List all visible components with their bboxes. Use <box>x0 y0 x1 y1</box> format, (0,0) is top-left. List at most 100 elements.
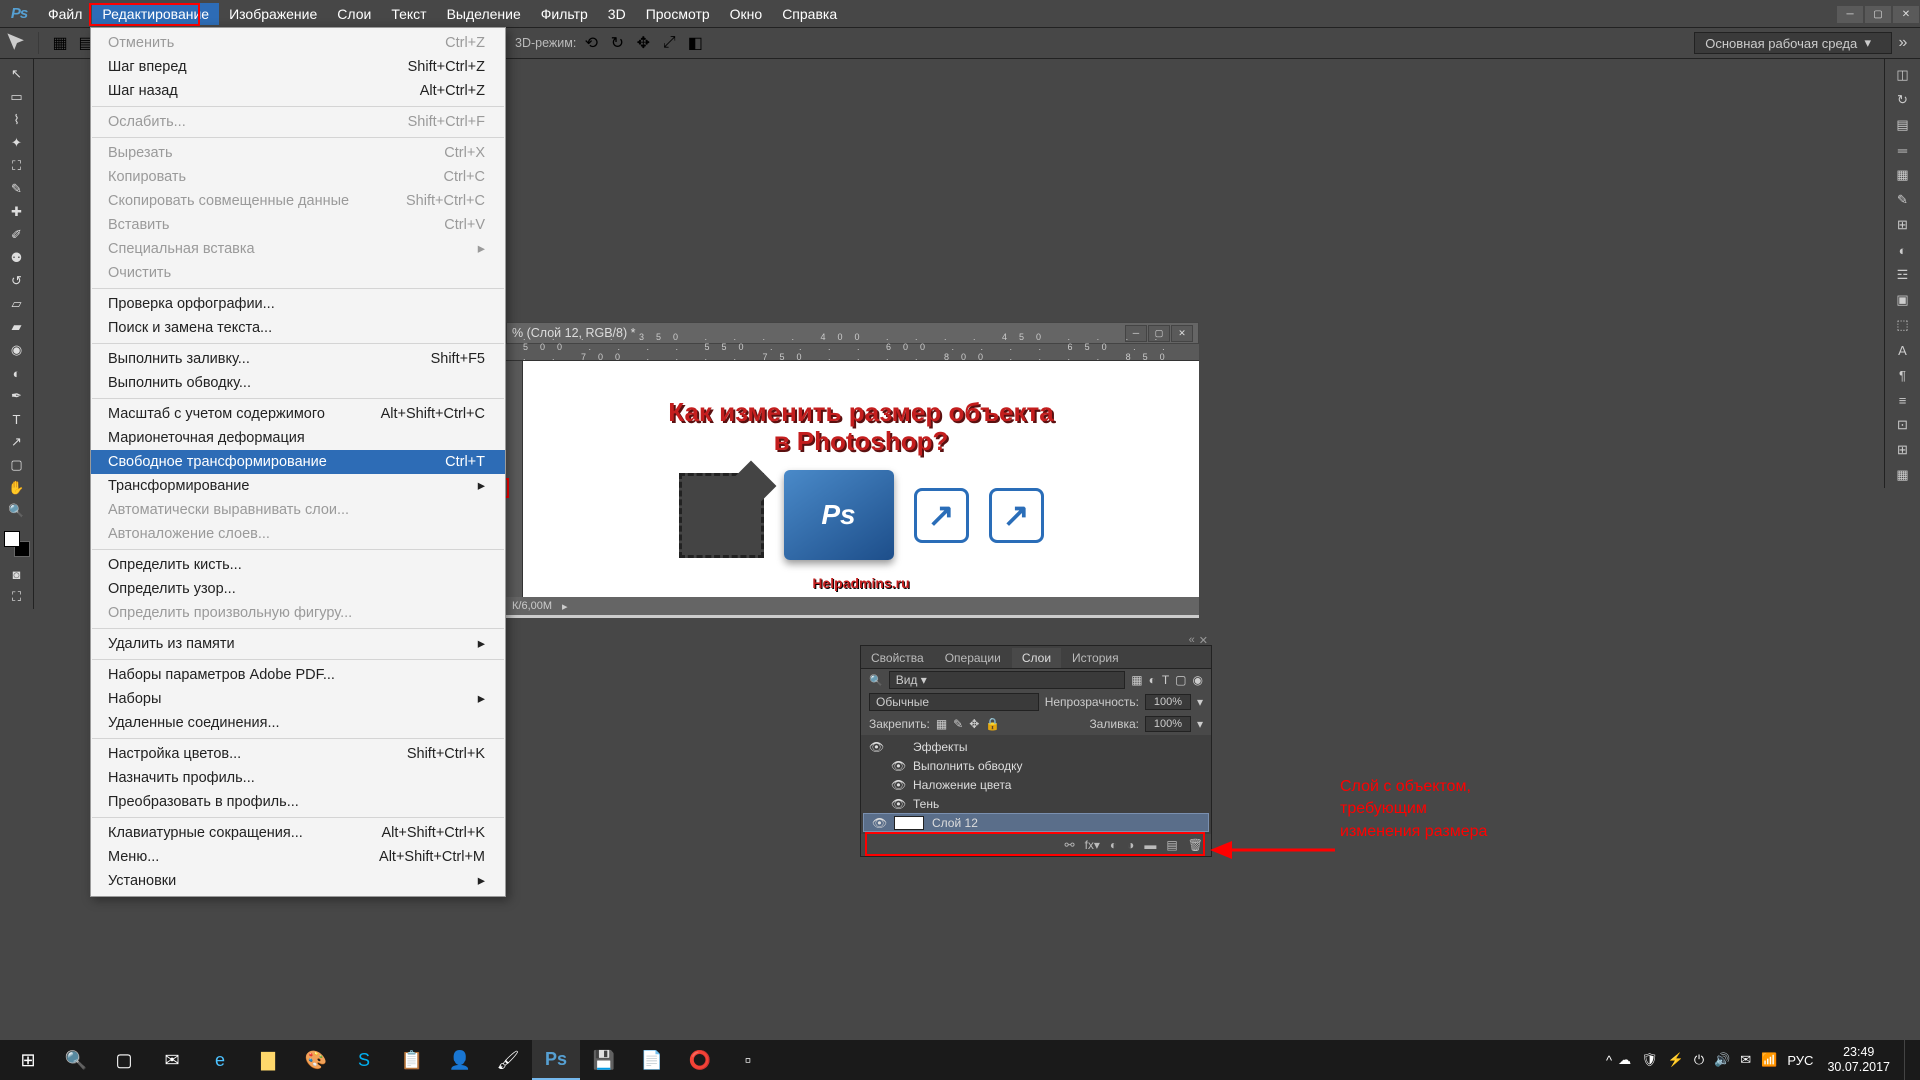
visibility-icon[interactable]: 👁 <box>891 759 905 773</box>
eraser-tool[interactable]: ▱ <box>4 293 30 315</box>
panel-icon[interactable]: ▣ <box>1889 288 1917 312</box>
menu-item[interactable]: Преобразовать в профиль... <box>91 790 505 814</box>
blend-mode-select[interactable]: Обычные <box>869 693 1039 711</box>
link-icon[interactable]: ⚯ <box>1065 838 1075 852</box>
panel-tab[interactable]: История <box>1062 648 1129 668</box>
clock[interactable]: 23:49 30.07.2017 <box>1819 1045 1898 1075</box>
text-tool[interactable]: T <box>4 408 30 430</box>
panel-icon[interactable]: ⊞ <box>1889 438 1917 462</box>
new-layer-icon[interactable]: ▤ <box>1166 838 1177 852</box>
panel-icon[interactable]: ≡ <box>1889 388 1917 412</box>
photoshop-app[interactable]: Ps <box>532 1040 580 1080</box>
opt-icon[interactable]: ▦ <box>49 32 71 54</box>
menu-выделение[interactable]: Выделение <box>437 3 531 25</box>
edge-app[interactable]: e <box>196 1040 244 1080</box>
collapse-icon[interactable]: « <box>1189 634 1195 647</box>
menu-item[interactable]: Шаг впередShift+Ctrl+Z <box>91 55 505 79</box>
3d-icon[interactable]: ✥ <box>632 32 654 54</box>
panel-icon[interactable]: ◐ <box>1889 238 1917 262</box>
lock-icon[interactable]: ▦ <box>936 717 947 731</box>
menu-item[interactable]: Выполнить обводку... <box>91 371 505 395</box>
menu-item[interactable]: Шаг назадAlt+Ctrl+Z <box>91 79 505 103</box>
filter-icon[interactable]: ◉ <box>1193 673 1203 687</box>
3d-icon[interactable]: ⟲ <box>580 32 602 54</box>
search-button[interactable]: 🔍 <box>52 1040 100 1080</box>
type-icon[interactable]: A <box>1889 338 1917 362</box>
move-tool-icon[interactable] <box>6 32 28 54</box>
app-icon[interactable]: 📋 <box>388 1040 436 1080</box>
layer-row-selected[interactable]: 👁 Слой 12 <box>863 813 1209 832</box>
visibility-icon[interactable]: 👁 <box>872 816 886 830</box>
move-tool[interactable]: ↖ <box>4 63 30 85</box>
app-icon[interactable]: 🎨 <box>292 1040 340 1080</box>
shape-tool[interactable]: ▢ <box>4 454 30 476</box>
swatches-icon[interactable]: ▦ <box>1889 163 1917 187</box>
menu-item[interactable]: Настройка цветов...Shift+Ctrl+K <box>91 742 505 766</box>
tray-icon[interactable]: 🛡 <box>1641 1052 1658 1068</box>
menu-item[interactable]: Определить узор... <box>91 577 505 601</box>
lock-icon[interactable]: 🔒 <box>985 717 1000 731</box>
workspace-select[interactable]: Основная рабочая среда ▾ <box>1694 32 1892 54</box>
pen-tool[interactable]: ✒ <box>4 385 30 407</box>
lock-icon[interactable]: ✎ <box>953 717 963 731</box>
panel-icon[interactable]: ▦ <box>1889 463 1917 487</box>
tray-icon[interactable]: 🔊 <box>1714 1052 1730 1068</box>
menu-item[interactable]: Меню...Alt+Shift+Ctrl+M <box>91 845 505 869</box>
menu-item[interactable]: Удаленные соединения... <box>91 711 505 735</box>
panel-tab[interactable]: Слои <box>1012 648 1061 668</box>
panel-tab[interactable]: Операции <box>935 648 1011 668</box>
stamp-tool[interactable]: ⚉ <box>4 247 30 269</box>
quickmask-tool[interactable]: ◙ <box>4 563 30 585</box>
filter-icon[interactable]: ▢ <box>1175 673 1186 687</box>
paragraph-icon[interactable]: ¶ <box>1889 363 1917 387</box>
visibility-icon[interactable]: 👁 <box>891 778 905 792</box>
mask-icon[interactable]: ◐ <box>1110 838 1117 852</box>
menu-слои[interactable]: Слои <box>327 3 381 25</box>
mail-app[interactable]: ✉ <box>148 1040 196 1080</box>
minimize-button[interactable]: ─ <box>1837 6 1863 23</box>
tray-icon[interactable]: ✉ <box>1740 1052 1751 1068</box>
tray-icon[interactable]: ⚡ <box>1668 1052 1684 1068</box>
filter-icon[interactable]: ◐ <box>1149 673 1156 687</box>
lasso-tool[interactable]: ⌇ <box>4 109 30 131</box>
menu-item[interactable]: Наборы▸ <box>91 687 505 711</box>
lock-icon[interactable]: ✥ <box>969 717 979 731</box>
close-icon[interactable]: ✕ <box>1199 634 1208 647</box>
menu-item[interactable]: Масштаб с учетом содержимогоAlt+Shift+Ct… <box>91 402 505 426</box>
menu-item[interactable]: Свободное трансформированиеCtrl+T <box>91 450 505 474</box>
menu-item[interactable]: Выполнить заливку...Shift+F5 <box>91 347 505 371</box>
menu-редактирование[interactable]: Редактирование <box>92 3 219 25</box>
menu-текст[interactable]: Текст <box>381 3 436 25</box>
menu-item[interactable]: Проверка орфографии... <box>91 292 505 316</box>
fx-icon[interactable]: fx▾ <box>1085 838 1100 852</box>
app-icon[interactable]: 👤 <box>436 1040 484 1080</box>
panel-tab[interactable]: Свойства <box>861 648 934 668</box>
menu-файл[interactable]: Файл <box>38 3 92 25</box>
explorer-app[interactable]: ▇ <box>244 1040 292 1080</box>
app-icon[interactable]: 🖌 <box>484 1040 532 1080</box>
menu-item[interactable]: Поиск и замена текста... <box>91 316 505 340</box>
screenmode-tool[interactable]: ⛶ <box>4 586 30 608</box>
app-icon[interactable]: 📄 <box>628 1040 676 1080</box>
gradient-tool[interactable]: ▰ <box>4 316 30 338</box>
app-icon[interactable]: ▫ <box>724 1040 772 1080</box>
3d-icon[interactable]: ↻ <box>606 32 628 54</box>
dodge-tool[interactable]: ◐ <box>4 362 30 384</box>
maximize-button[interactable]: ▢ <box>1865 6 1891 23</box>
filter-icon[interactable]: ▦ <box>1131 673 1142 687</box>
3d-icon[interactable]: ⤢ <box>658 32 680 54</box>
opacity-input[interactable]: 100% <box>1145 694 1191 710</box>
menu-item[interactable]: Марионеточная деформация <box>91 426 505 450</box>
close-button[interactable]: ✕ <box>1893 6 1919 23</box>
fill-input[interactable]: 100% <box>1145 716 1191 732</box>
wand-tool[interactable]: ✦ <box>4 132 30 154</box>
canvas[interactable]: Как изменить размер объекта в Photoshop?… <box>523 361 1199 597</box>
panel-icon[interactable]: ⊡ <box>1889 413 1917 437</box>
menu-справка[interactable]: Справка <box>772 3 847 25</box>
eyedropper-tool[interactable]: ✎ <box>4 178 30 200</box>
history-brush-tool[interactable]: ↺ <box>4 270 30 292</box>
start-button[interactable]: ⊞ <box>4 1040 52 1080</box>
menu-item[interactable]: Трансформирование▸ <box>91 474 505 498</box>
healing-tool[interactable]: ✚ <box>4 201 30 223</box>
panel-icon[interactable]: ◫ <box>1889 63 1917 87</box>
